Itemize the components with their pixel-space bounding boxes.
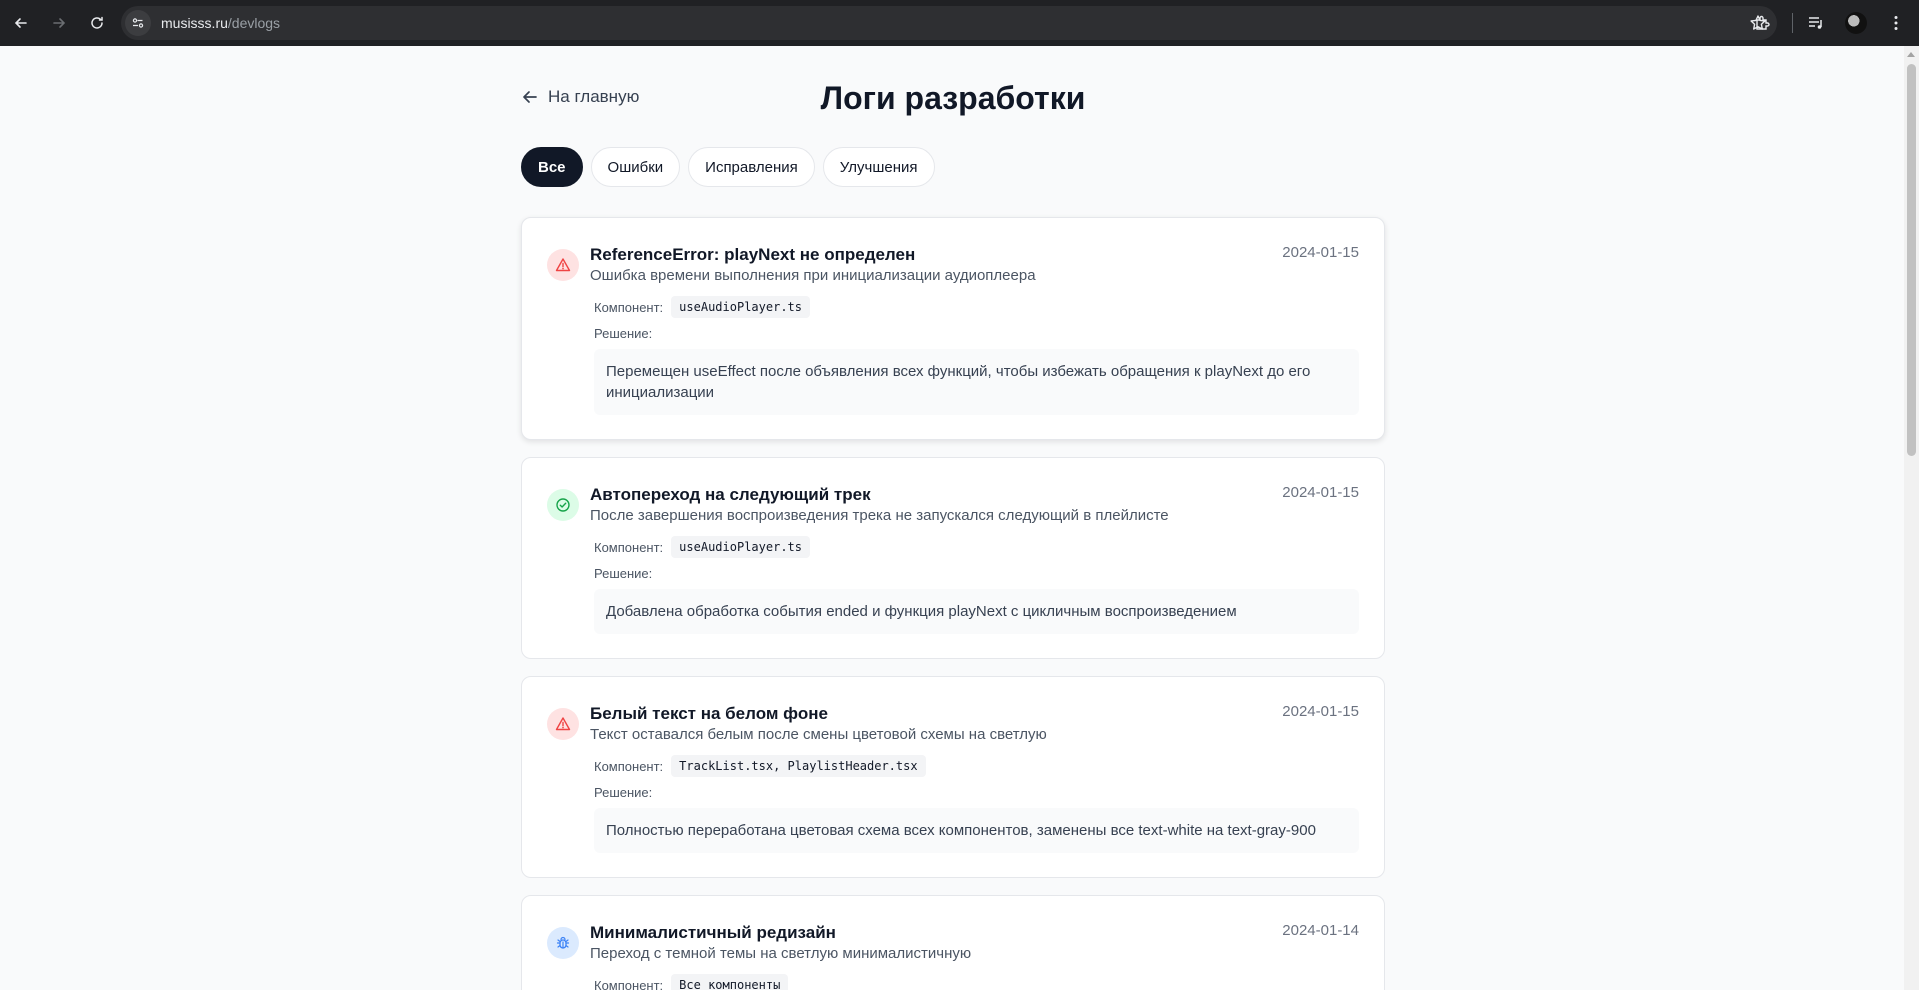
solution-label: Решение: xyxy=(594,785,653,800)
filter-tabs: Все Ошибки Исправления Улучшения xyxy=(521,147,935,187)
log-title: Белый текст на белом фоне xyxy=(590,704,828,723)
avatar xyxy=(1845,12,1867,34)
reload-icon xyxy=(91,16,103,29)
log-list: 2024-01-15 ReferenceError: playNext не о… xyxy=(521,217,1385,990)
arrow-left-icon xyxy=(14,18,27,28)
url-host: musisss.ru xyxy=(161,15,228,31)
site-settings-icon[interactable] xyxy=(125,10,151,36)
filter-all[interactable]: Все xyxy=(521,147,583,187)
address-bar[interactable]: musisss.ru/devlogs xyxy=(121,6,1777,40)
component-value: useAudioPlayer.ts xyxy=(671,536,810,558)
back-button[interactable] xyxy=(4,6,38,40)
scroll-thumb[interactable] xyxy=(1907,64,1916,456)
warning-triangle-icon xyxy=(547,249,579,281)
filter-fixes[interactable]: Исправления xyxy=(688,147,815,187)
kebab-menu-icon xyxy=(1894,16,1898,30)
log-date: 2024-01-15 xyxy=(1282,484,1359,501)
component-label: Компонент: xyxy=(594,299,664,315)
extensions-button[interactable] xyxy=(1746,6,1780,40)
menu-button[interactable] xyxy=(1879,6,1913,40)
solution-label: Решение: xyxy=(594,326,653,341)
url-path: /devlogs xyxy=(227,15,281,31)
check-circle-icon xyxy=(547,489,579,521)
solution-label: Решение: xyxy=(594,566,653,581)
url-text[interactable]: musisss.ru/devlogs xyxy=(161,15,280,31)
log-description: После завершения воспроизведения трека н… xyxy=(590,507,1169,524)
profile-button[interactable] xyxy=(1839,6,1873,40)
log-card[interactable]: 2024-01-14 Минималистичный редизайн Пере… xyxy=(521,895,1385,990)
log-title: Автопереход на следующий трек xyxy=(590,485,871,504)
log-date: 2024-01-14 xyxy=(1282,922,1359,939)
solution-text: Добавлена обработка события ended и функ… xyxy=(594,589,1359,634)
log-card[interactable]: 2024-01-15 ReferenceError: playNext не о… xyxy=(521,217,1385,440)
solution-text: Полностью переработана цветовая схема вс… xyxy=(594,808,1359,853)
bug-icon xyxy=(547,927,579,959)
log-date: 2024-01-15 xyxy=(1282,703,1359,720)
puzzle-icon xyxy=(1756,15,1770,30)
solution-text: Перемещен useEffect после объявления все… xyxy=(594,349,1359,415)
scroll-up-arrow-icon[interactable] xyxy=(1907,52,1915,57)
log-date: 2024-01-15 xyxy=(1282,244,1359,261)
browser-toolbar: musisss.ru/devlogs xyxy=(0,0,1919,46)
filter-errors[interactable]: Ошибки xyxy=(590,147,681,187)
log-title: Минималистичный редизайн xyxy=(590,923,836,942)
log-card[interactable]: 2024-01-15 Белый текст на белом фоне Тек… xyxy=(521,676,1385,878)
log-description: Ошибка времени выполнения при инициализа… xyxy=(590,267,1036,284)
log-description: Текст оставался белым после смены цветов… xyxy=(590,726,1047,743)
component-value: TrackList.tsx, PlaylistHeader.tsx xyxy=(671,755,926,777)
media-queue-icon xyxy=(1809,17,1822,29)
warning-triangle-icon xyxy=(547,708,579,740)
page-scrollbar[interactable] xyxy=(1904,46,1919,990)
component-label: Компонент: xyxy=(594,758,664,774)
forward-button[interactable] xyxy=(42,6,76,40)
arrow-right-icon xyxy=(53,18,66,28)
reload-button[interactable] xyxy=(80,6,114,40)
component-value: Все компоненты xyxy=(671,974,789,990)
component-label: Компонент: xyxy=(594,539,664,555)
page-title: Логи разработки xyxy=(820,80,1086,116)
page-content: На главную Логи разработки Все Ошибки Ис… xyxy=(0,46,1904,990)
log-title: ReferenceError: playNext не определен xyxy=(590,245,916,264)
component-value: useAudioPlayer.ts xyxy=(671,296,810,318)
filter-improvements[interactable]: Улучшения xyxy=(822,147,935,187)
component-label: Компонент: xyxy=(594,977,664,990)
log-description: Переход с темной темы на светлую минимал… xyxy=(590,945,972,962)
log-card[interactable]: 2024-01-15 Автопереход на следующий трек… xyxy=(521,457,1385,659)
media-control-button[interactable] xyxy=(1799,6,1833,40)
toolbar-separator xyxy=(1792,13,1793,33)
